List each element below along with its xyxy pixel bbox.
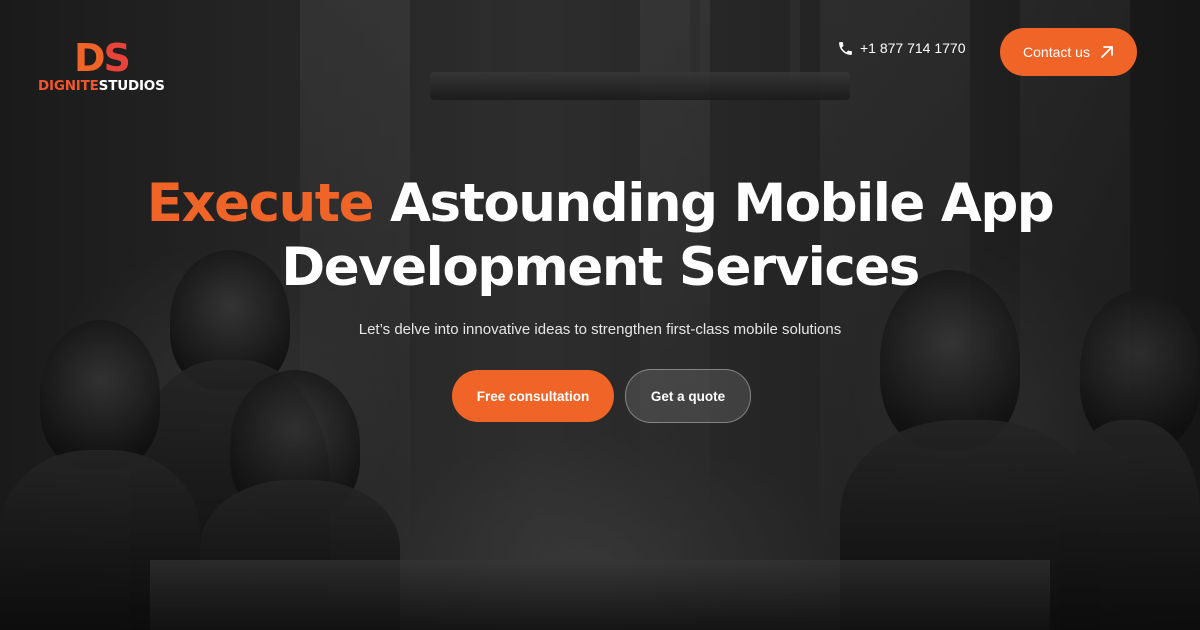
logo-wordmark-part2: STUDIOS <box>98 78 165 94</box>
logo-monogram: DS <box>74 36 131 80</box>
arrow-up-right-icon <box>1101 46 1113 58</box>
hero-subtitle: Let’s delve into innovative ideas to str… <box>358 321 842 338</box>
get-a-quote-button[interactable]: Get a quote <box>625 369 751 423</box>
phone-number: +1 877 714 1770 <box>860 40 966 56</box>
contact-us-button[interactable]: Contact us <box>1000 28 1137 76</box>
logo-wordmark-part1: DIGNITE <box>38 78 99 94</box>
headline-line2: Development Services <box>281 237 920 298</box>
headline-accent: Execute <box>146 173 375 234</box>
brand-logo[interactable]: DS DIGNITESTUDIOS <box>38 38 183 98</box>
phone-link[interactable]: +1 877 714 1770 <box>837 39 966 57</box>
headline-line1: Astounding Mobile App <box>373 173 1055 234</box>
free-consultation-button[interactable]: Free consultation <box>452 370 614 422</box>
hero-headline: Execute Astounding Mobile App Developmen… <box>100 172 1100 300</box>
hero-section: DS DIGNITESTUDIOS +1 877 714 1770 Contac… <box>0 0 1200 630</box>
phone-icon <box>839 41 852 55</box>
logo-wordmark: DIGNITESTUDIOS <box>38 78 165 94</box>
contact-us-label: Contact us <box>1023 44 1090 60</box>
